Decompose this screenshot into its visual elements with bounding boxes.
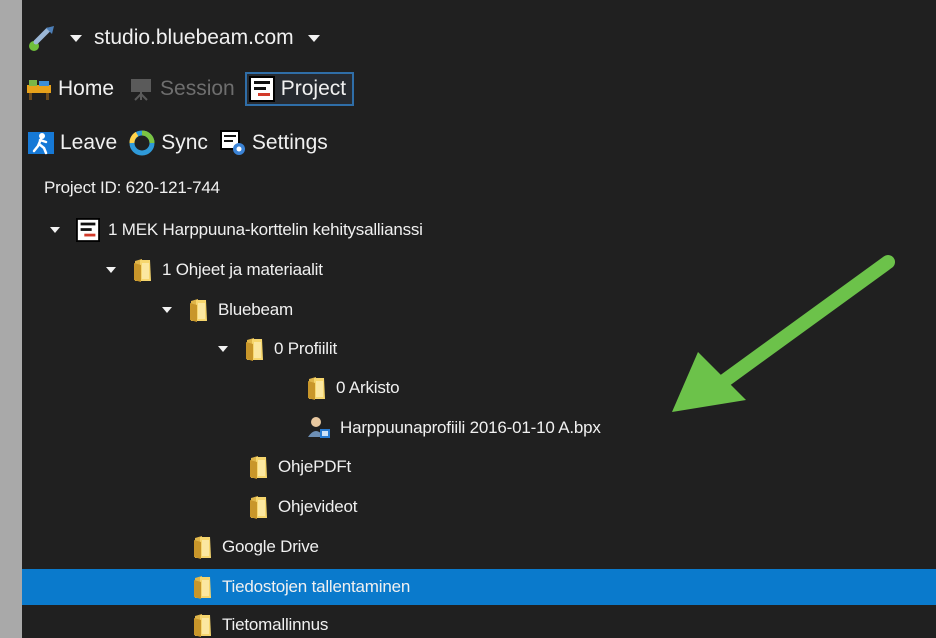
- folder-icon: [192, 612, 214, 638]
- sync-label: Sync: [161, 131, 208, 154]
- tree-label-google-drive: Google Drive: [222, 537, 319, 556]
- expand-caret-icon[interactable]: [50, 227, 60, 233]
- folder-icon: [188, 297, 210, 323]
- project-id: Project ID: 620-121-744: [44, 178, 220, 197]
- folder-icon: [244, 336, 266, 362]
- folder-icon: [192, 534, 214, 560]
- settings-button[interactable]: Settings: [219, 130, 328, 156]
- sync-button[interactable]: Sync: [129, 130, 208, 156]
- tree-label-tietomallinnus: Tietomallinnus: [222, 615, 329, 634]
- home-icon: [26, 76, 52, 102]
- profile-file-icon: [306, 415, 332, 441]
- expand-caret-icon[interactable]: [162, 307, 172, 313]
- folder-icon: [306, 375, 328, 401]
- tree-label-ohjeet: 1 Ohjeet ja materiaalit: [162, 260, 323, 279]
- left-edge-bar: [0, 0, 22, 638]
- sync-icon: [129, 130, 155, 156]
- tree-label-tallentaminen: Tiedostojen tallentaminen: [222, 577, 411, 596]
- tree-label-ohjepdf: OhjePDFt: [278, 457, 352, 476]
- folder-icon: [132, 257, 154, 283]
- tree-row-ohjeet[interactable]: 1 Ohjeet ja materiaalit: [106, 255, 323, 285]
- folder-icon: [192, 574, 214, 600]
- folder-icon: [248, 454, 270, 480]
- session-label: Session: [160, 77, 235, 100]
- tree-row-project[interactable]: 1 MEK Harppuuna-korttelin kehitysallians…: [50, 215, 423, 245]
- tree-row-arkisto[interactable]: 0 Arkisto: [306, 373, 400, 403]
- toolbar-primary: Home Session Project: [26, 70, 355, 108]
- project-icon: [248, 76, 275, 102]
- project-label: Project: [280, 77, 347, 100]
- tree-row-tallentaminen[interactable]: Tiedostojen tallentaminen: [22, 569, 936, 605]
- project-button[interactable]: Project: [244, 72, 355, 106]
- server-name[interactable]: studio.bluebeam.com: [94, 26, 294, 50]
- tree-row-profiilit[interactable]: 0 Profiilit: [218, 334, 337, 364]
- server-row[interactable]: studio.bluebeam.com: [26, 22, 320, 54]
- home-label: Home: [58, 77, 115, 100]
- toolbar-secondary: Leave Sync Settings: [28, 126, 328, 160]
- session-button[interactable]: Session: [128, 76, 235, 102]
- tree-row-tietomallinnus[interactable]: Tietomallinnus: [192, 612, 328, 638]
- settings-label: Settings: [251, 131, 328, 154]
- folder-icon: [248, 494, 270, 520]
- tree-label-profile-file: Harppuunaprofiili 2016-01-10 A.bpx: [340, 418, 601, 437]
- tree-row-ohjevideot[interactable]: Ohjevideot: [248, 492, 357, 522]
- tree-row-profile-file[interactable]: Harppuunaprofiili 2016-01-10 A.bpx: [306, 413, 601, 443]
- session-icon: [128, 76, 154, 102]
- settings-icon: [219, 130, 246, 156]
- tree-label-ohjevideot: Ohjevideot: [278, 497, 358, 516]
- leave-button[interactable]: Leave: [28, 130, 117, 156]
- expand-caret-icon[interactable]: [106, 267, 116, 273]
- tree-row-bluebeam[interactable]: Bluebeam: [162, 295, 293, 325]
- tree-row-google-drive[interactable]: Google Drive: [192, 532, 319, 562]
- tree-row-ohjepdf[interactable]: OhjePDFt: [248, 452, 351, 482]
- tree-label-bluebeam: Bluebeam: [218, 300, 293, 319]
- project-node-icon: [76, 218, 100, 242]
- home-button[interactable]: Home: [26, 76, 114, 102]
- server-menu-caret-icon[interactable]: [307, 34, 320, 42]
- leave-label: Leave: [60, 131, 118, 154]
- tree-label-arkisto: 0 Arkisto: [336, 378, 400, 397]
- expand-caret-icon[interactable]: [218, 346, 228, 352]
- tree-label-profiilit: 0 Profiilit: [274, 339, 337, 358]
- server-dropdown-caret-icon[interactable]: [70, 34, 82, 42]
- studio-panel: studio.bluebeam.com Home Session Project…: [22, 0, 936, 638]
- tree-label-project: 1 MEK Harppuuna-korttelin kehitysallians…: [108, 220, 423, 239]
- studio-connection-icon[interactable]: [26, 22, 58, 54]
- leave-icon: [28, 130, 54, 156]
